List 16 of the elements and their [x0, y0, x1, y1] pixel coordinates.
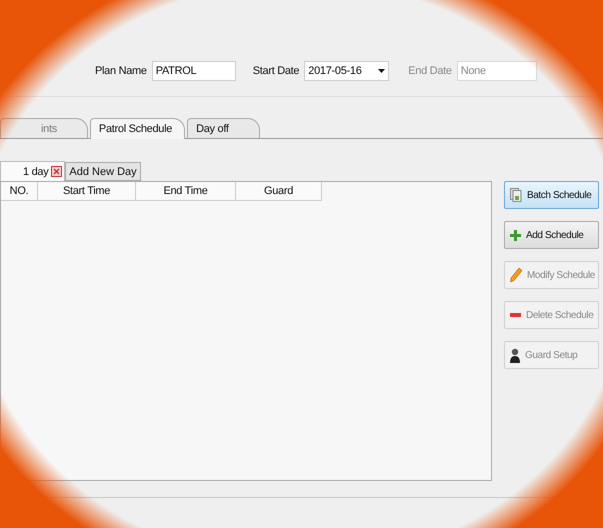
tab[interactable]: ints	[0, 118, 88, 138]
tab[interactable]: Day off	[187, 118, 260, 138]
day-tab[interactable]: 1 day	[0, 161, 66, 181]
batch-button[interactable]: Batch Schedule	[504, 181, 599, 209]
column-header[interactable]: NO.	[1, 182, 38, 200]
plan-name-label: Plan Name	[95, 65, 147, 77]
column-header[interactable]: Start Time	[38, 182, 136, 200]
add-new-day-button[interactable]: Add New Day	[65, 162, 141, 181]
column-header[interactable]: End Time	[136, 182, 236, 200]
column-header[interactable]: Guard	[236, 182, 321, 200]
plan-name-field[interactable]: PATROL	[152, 61, 236, 81]
add-button[interactable]: Add Schedule	[504, 221, 599, 249]
start-date-label: Start Date	[252, 65, 300, 77]
end-date-label: End Date	[408, 65, 452, 77]
start-date-dropdown[interactable]: 2017-05-16	[304, 61, 390, 81]
tab[interactable]: Patrol Schedule	[90, 118, 186, 139]
